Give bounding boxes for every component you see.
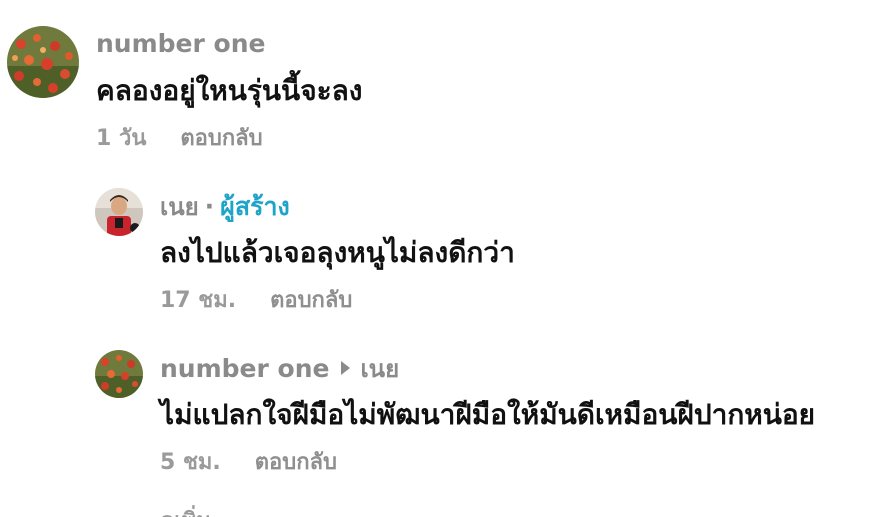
comment-thread: number one คลองอยู่ใหนรุ่นนี้จะลง 1 วันต…: [0, 0, 879, 517]
flower-field-avatar-image: [95, 350, 143, 398]
creator-badge: ผู้สร้าง: [220, 192, 290, 221]
reply-button[interactable]: ตอบกลับ: [180, 126, 262, 151]
view-more-link[interactable]: ดูเพิ่ม: [160, 503, 211, 517]
comment-meta: 1 วัน ตอบกลับ: [96, 128, 263, 150]
avatar[interactable]: [95, 350, 143, 398]
comment-time: 1 วัน: [96, 126, 147, 151]
avatar[interactable]: [7, 26, 79, 98]
comment-author[interactable]: number one: [96, 31, 265, 56]
comment-time: 5 ชม.: [160, 450, 221, 475]
comment-author[interactable]: เนย: [160, 193, 199, 221]
comment-author-row: เนย · ผู้สร้าง: [160, 194, 290, 219]
comment-meta: 5 ชม. ตอบกลับ: [160, 452, 337, 474]
reply-arrow-icon: [341, 361, 351, 375]
flower-field-avatar-image: [7, 26, 79, 98]
player-avatar-image: [95, 188, 143, 236]
reply-button[interactable]: ตอบกลับ: [270, 288, 352, 313]
reply-button[interactable]: ตอบกลับ: [255, 450, 337, 475]
comment-meta: 17 ชม. ตอบกลับ: [160, 290, 352, 312]
comment-time: 17 ชม.: [160, 288, 237, 313]
reply-to-author[interactable]: เนย: [360, 355, 399, 383]
comment-text: ไม่แปลกใจฝีมือไม่พัฒนาฝีมือให้มันดีเหมือ…: [160, 398, 816, 431]
comment-author-row: number one เนย: [160, 356, 399, 381]
comment-text: ลงไปแล้วเจอลุงหนูไม่ลงดีกว่า: [160, 236, 515, 269]
comment-author[interactable]: number one: [160, 354, 329, 383]
separator-dot: ·: [204, 192, 215, 221]
comment-text: คลองอยู่ใหนรุ่นนี้จะลง: [96, 74, 363, 107]
avatar[interactable]: [95, 188, 143, 236]
